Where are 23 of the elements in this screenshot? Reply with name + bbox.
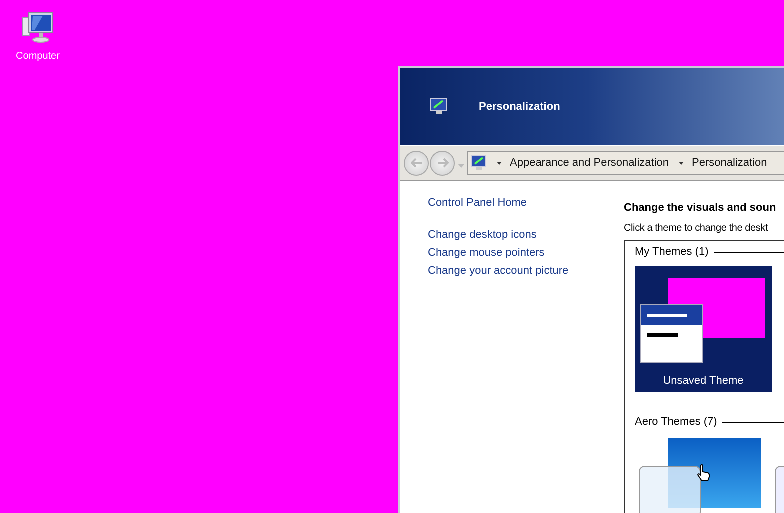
page-description: Click a theme to change the deskt [624, 223, 770, 234]
glass-drawing [639, 466, 701, 513]
group-heading: Aero Themes (7) [635, 416, 718, 428]
sidebar-link[interactable]: Change desktop icons [428, 229, 596, 241]
sidebar-link[interactable]: Change your account picture [428, 265, 596, 277]
breadcrumb[interactable]: Appearance and Personalization [510, 157, 670, 169]
monitor-icon [430, 98, 448, 115]
sidebar-link[interactable]: Change mouse pointers [428, 247, 596, 259]
computer-icon[interactable] [21, 10, 55, 46]
address-bar[interactable]: Appearance and Personalization Personalization [467, 151, 784, 175]
breadcrumb[interactable]: Personalization [692, 157, 768, 169]
group-heading: My Themes (1) [635, 246, 709, 258]
window-title: Personalization [479, 100, 560, 112]
caret-icon[interactable] [679, 162, 684, 164]
forward-arrow-icon [436, 158, 448, 168]
caret-icon[interactable] [497, 162, 502, 164]
page-heading: Change the visuals and soun [624, 202, 778, 214]
theme-thumbnail[interactable]: Unsaved Theme [635, 266, 772, 392]
back-arrow-icon [410, 158, 422, 168]
hand-cursor-icon [697, 464, 711, 482]
sidebar-link[interactable]: Control Panel Home [428, 197, 596, 209]
theme-label[interactable]: Unsaved Theme [635, 375, 772, 387]
monitor-icon [471, 155, 487, 171]
